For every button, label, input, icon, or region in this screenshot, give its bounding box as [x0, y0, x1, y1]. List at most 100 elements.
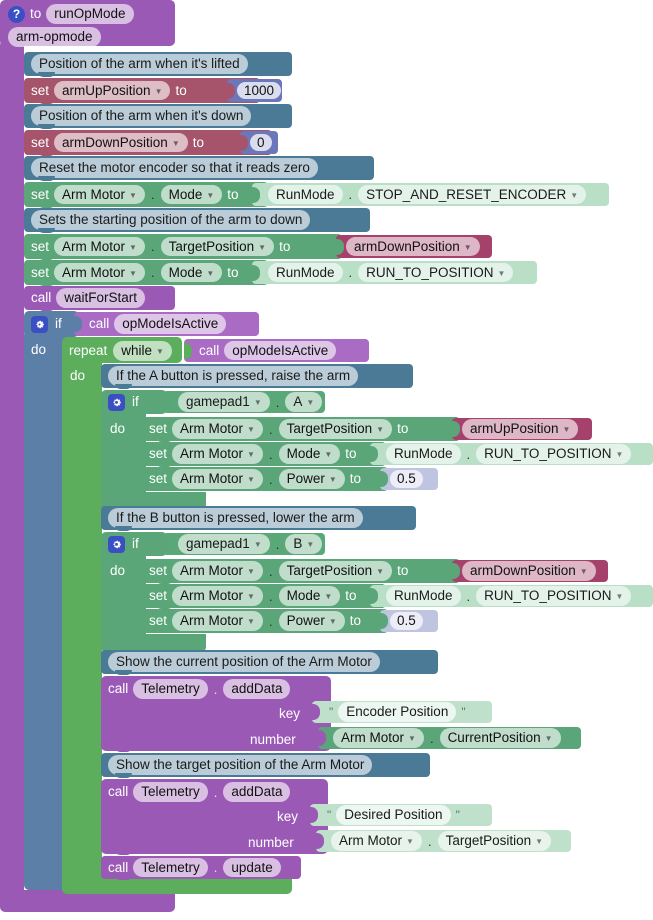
variable-name-dropdown[interactable]: armDownPosition ▼	[54, 132, 188, 153]
motor-device-dropdown[interactable]: Arm Motor ▼	[333, 728, 424, 748]
comment-block-show-target[interactable]: Show the target position of the Arm Moto…	[101, 753, 430, 777]
number-block-0[interactable]: 0	[240, 131, 278, 154]
number-block-power-b[interactable]: 0.5	[380, 610, 438, 632]
get-variable-arm-up-block[interactable]: armUpPosition ▼	[452, 418, 592, 440]
set-variable-arm-down-block[interactable]: set armDownPosition ▼ to	[24, 130, 272, 155]
procedure-name-field[interactable]: runOpMode	[46, 4, 134, 24]
enum-block-run-to-position-init[interactable]: RunMode . RUN_TO_POSITION ▼	[252, 261, 537, 284]
text-block-encoder-position[interactable]: " Encoder Position "	[312, 701, 492, 723]
motor-property-dropdown[interactable]: Mode ▼	[160, 184, 223, 205]
comment-block-arm-down[interactable]: Position of the arm when it's down	[24, 104, 292, 128]
variable-get-dropdown[interactable]: armDownPosition ▼	[346, 236, 480, 257]
set-motor-power-b[interactable]: set Arm Motor ▼ . Power ▼ to	[142, 609, 388, 633]
set-motor-mode-a[interactable]: set Arm Motor ▼ . Mode ▼ to	[142, 442, 386, 466]
enum-block-run-to-position-a[interactable]: RunMode . RUN_TO_POSITION ▼	[370, 443, 653, 465]
motor-property-dropdown[interactable]: Mode ▼	[278, 586, 341, 606]
motor-device-dropdown[interactable]: Arm Motor ▼	[172, 469, 263, 489]
get-variable-arm-down-block[interactable]: armDownPosition ▼	[336, 235, 492, 258]
enum-value-dropdown[interactable]: RUN_TO_POSITION ▼	[358, 262, 514, 283]
called-procedure-name[interactable]: waitForStart	[56, 288, 146, 308]
set-motor-target-position-block-init[interactable]: set Arm Motor ▼ . TargetPosition ▼ to	[24, 234, 342, 259]
comment-block-a-button[interactable]: If the A button is pressed, raise the ar…	[101, 364, 413, 388]
motor-device-dropdown[interactable]: Arm Motor ▼	[172, 444, 263, 464]
member-dot: .	[213, 860, 218, 875]
telemetry-device-field[interactable]: Telemetry	[133, 857, 208, 878]
repeat-mode-dropdown[interactable]: while ▼	[113, 341, 172, 361]
gamepad-b-boolean-block[interactable]: gamepad1 ▼ . B ▼	[163, 533, 325, 555]
motor-device-dropdown[interactable]: Arm Motor ▼	[331, 831, 422, 851]
gamepad-a-boolean-block[interactable]: gamepad1 ▼ . A ▼	[163, 391, 325, 413]
motor-device-dropdown[interactable]: Arm Motor ▼	[172, 419, 263, 439]
gamepad-device-dropdown[interactable]: gamepad1 ▼	[178, 392, 270, 412]
called-procedure-name[interactable]: opModeIsActive	[224, 340, 337, 361]
motor-property-dropdown[interactable]: TargetPosition ▼	[278, 419, 393, 439]
enum-value-text: RUN_TO_POSITION	[484, 588, 612, 604]
motor-property-dropdown[interactable]: TargetPosition ▼	[160, 236, 275, 257]
text-block-desired-position[interactable]: " Desired Position "	[310, 804, 492, 826]
comment-block-reset-encoder[interactable]: Reset the motor encoder so that it reads…	[24, 156, 374, 180]
opmode-name-field[interactable]: arm-opmode	[8, 27, 101, 47]
chevron-down-icon: ▼	[324, 450, 333, 459]
set-variable-arm-up-block[interactable]: set armUpPosition ▼ to	[24, 78, 260, 103]
blockly-workspace[interactable]: ? to runOpMode arm-opmode Position of th…	[0, 0, 653, 920]
motor-device-dropdown[interactable]: Arm Motor ▼	[54, 262, 145, 283]
telemetry-method-field[interactable]: addData	[223, 782, 291, 802]
motor-property-dropdown[interactable]: CurrentPosition ▼	[439, 728, 561, 748]
variable-name-dropdown[interactable]: armUpPosition ▼	[54, 80, 171, 101]
set-motor-mode-block-1[interactable]: set Arm Motor ▼ . Mode ▼ to	[24, 182, 268, 207]
number-value-field[interactable]: 0	[250, 133, 272, 152]
motor-device-dropdown[interactable]: Arm Motor ▼	[172, 586, 263, 606]
gamepad-device-dropdown[interactable]: gamepad1 ▼	[178, 534, 270, 554]
motor-property-dropdown[interactable]: Mode ▼	[278, 444, 341, 464]
enum-block-run-to-position-b[interactable]: RunMode . RUN_TO_POSITION ▼	[370, 585, 653, 607]
variable-get-dropdown[interactable]: armDownPosition ▼	[462, 561, 596, 581]
motor-property-dropdown[interactable]: Power ▼	[278, 611, 345, 631]
text-value-field[interactable]: Desired Position	[336, 805, 451, 825]
comment-block-show-current[interactable]: Show the current position of the Arm Mot…	[101, 650, 438, 674]
called-procedure-name[interactable]: opModeIsActive	[114, 314, 227, 334]
gamepad-button-dropdown[interactable]: B ▼	[285, 534, 323, 554]
set-motor-mode-b[interactable]: set Arm Motor ▼ . Mode ▼ to	[142, 584, 386, 608]
enum-block-stop-and-reset-encoder[interactable]: RunMode . STOP_AND_RESET_ENCODER ▼	[252, 183, 609, 206]
text-value-field[interactable]: Encoder Position	[338, 702, 457, 722]
motor-property-dropdown[interactable]: Mode ▼	[160, 262, 223, 283]
call-op-mode-is-active-loop-condition[interactable]: call opModeIsActive	[184, 339, 369, 362]
set-motor-target-position-up[interactable]: set Arm Motor ▼ . TargetPosition ▼ to	[142, 417, 460, 441]
comment-block-b-button[interactable]: If the B button is pressed, lower the ar…	[101, 506, 416, 530]
gear-icon[interactable]	[31, 315, 48, 333]
gear-icon[interactable]	[108, 535, 125, 553]
motor-device-dropdown[interactable]: Arm Motor ▼	[54, 236, 145, 257]
motor-property-dropdown[interactable]: TargetPosition ▼	[278, 561, 393, 581]
enum-value-dropdown[interactable]: STOP_AND_RESET_ENCODER ▼	[358, 184, 587, 205]
motor-property-dropdown[interactable]: TargetPosition ▼	[437, 831, 552, 851]
number-value-field[interactable]: 1000	[237, 81, 282, 100]
call-op-mode-is-active-condition[interactable]: call opModeIsActive	[74, 312, 259, 336]
help-icon[interactable]: ?	[8, 5, 25, 23]
number-value-field[interactable]: 0.5	[390, 470, 423, 488]
telemetry-method-field[interactable]: update	[223, 857, 281, 878]
number-value-field[interactable]: 0.5	[390, 612, 423, 630]
set-motor-mode-block-2[interactable]: set Arm Motor ▼ . Mode ▼ to	[24, 260, 268, 285]
comment-block-arm-up[interactable]: Position of the arm when it's lifted	[24, 52, 292, 76]
motor-device-dropdown[interactable]: Arm Motor ▼	[172, 611, 263, 631]
variable-get-dropdown[interactable]: armUpPosition ▼	[462, 419, 579, 439]
motor-target-position-getter[interactable]: Arm Motor ▼ . TargetPosition ▼	[316, 830, 571, 852]
motor-current-position-getter[interactable]: Arm Motor ▼ . CurrentPosition ▼	[318, 727, 581, 749]
comment-block-start-down[interactable]: Sets the starting position of the arm to…	[24, 208, 370, 232]
enum-value-dropdown[interactable]: RUN_TO_POSITION ▼	[476, 444, 632, 464]
telemetry-call-header-2: call Telemetry . addData	[108, 782, 291, 802]
gamepad-button-dropdown[interactable]: A ▼	[285, 392, 323, 412]
get-variable-arm-down-block-b[interactable]: armDownPosition ▼	[452, 560, 608, 582]
motor-device-dropdown[interactable]: Arm Motor ▼	[54, 184, 145, 205]
enum-value-dropdown[interactable]: RUN_TO_POSITION ▼	[476, 586, 632, 606]
set-motor-power-a[interactable]: set Arm Motor ▼ . Power ▼ to	[142, 467, 388, 491]
gear-icon[interactable]	[108, 393, 125, 411]
set-motor-target-position-down[interactable]: set Arm Motor ▼ . TargetPosition ▼ to	[142, 559, 460, 583]
telemetry-device-field[interactable]: Telemetry	[133, 679, 208, 699]
number-block-1000[interactable]: 1000	[227, 79, 282, 102]
motor-property-dropdown[interactable]: Power ▼	[278, 469, 345, 489]
number-block-power-a[interactable]: 0.5	[380, 468, 438, 490]
telemetry-device-field[interactable]: Telemetry	[133, 782, 208, 802]
motor-device-dropdown[interactable]: Arm Motor ▼	[172, 561, 263, 581]
telemetry-method-field[interactable]: addData	[223, 679, 291, 699]
